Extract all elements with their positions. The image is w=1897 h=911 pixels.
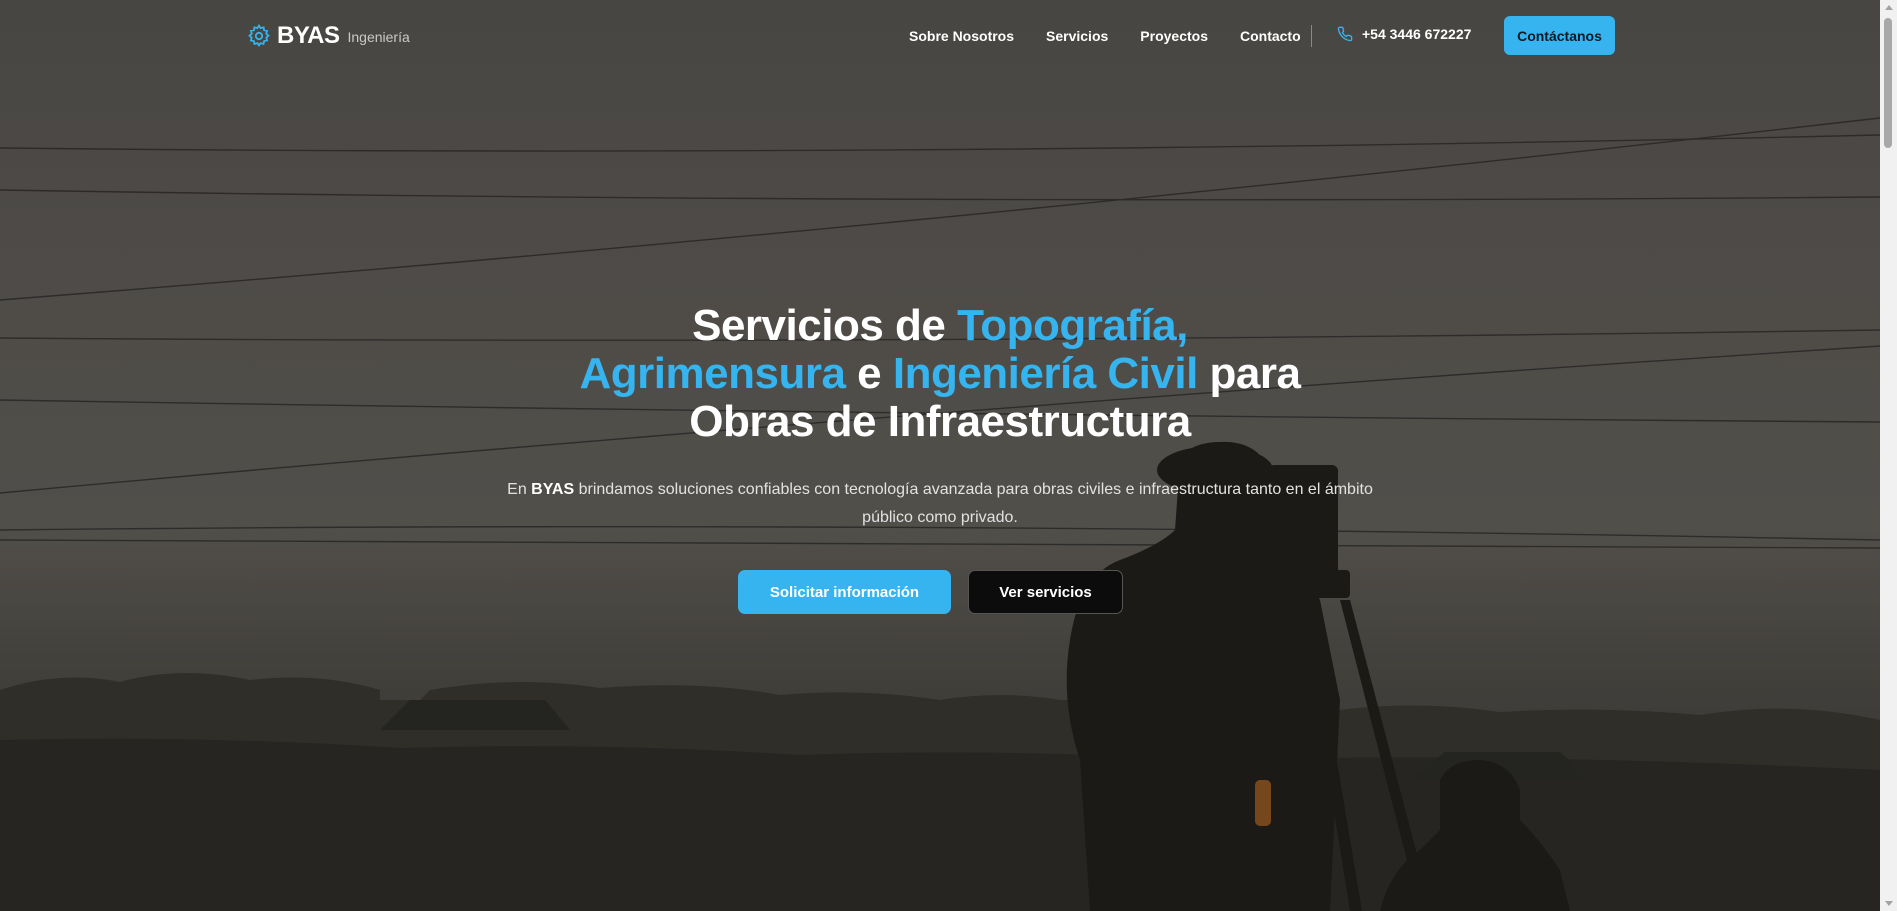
view-services-button[interactable]: Ver servicios: [968, 570, 1123, 614]
hero-subtitle-text: brindamos soluciones confiables con tecn…: [574, 481, 1373, 526]
scroll-up-arrow-icon[interactable]: [1885, 5, 1893, 10]
hero-title: Servicios de Topografía, Agrimensura e I…: [440, 302, 1440, 446]
site-header: BYAS Ingeniería Sobre Nosotros Servicios…: [0, 0, 1880, 72]
brand-logo[interactable]: BYAS Ingeniería: [247, 22, 410, 50]
hero-title-accent: Topografía,: [957, 301, 1188, 350]
hero-subtitle: En BYAS brindamos soluciones confiables …: [490, 476, 1390, 532]
phone-number: +54 3446 672227: [1362, 26, 1472, 42]
hero-subtitle-pre: En: [507, 481, 532, 498]
nav-link-proyectos[interactable]: Proyectos: [1140, 28, 1208, 44]
scroll-down-arrow-icon[interactable]: [1885, 901, 1893, 906]
hero-background-image: [0, 0, 1880, 911]
nav-link-contacto[interactable]: Contacto: [1240, 28, 1301, 44]
hero-section: [0, 0, 1880, 911]
phone-icon: [1337, 26, 1353, 42]
request-info-button[interactable]: Solicitar información: [738, 570, 951, 614]
hero-title-part: para: [1197, 349, 1301, 398]
hero-title-part: Obras de Infraestructura: [689, 397, 1191, 446]
hero-title-accent: Ingeniería Civil: [892, 349, 1198, 398]
gear-icon: [248, 24, 270, 48]
brand-subtitle: Ingeniería: [347, 29, 410, 45]
page-scrollbar[interactable]: [1880, 0, 1897, 911]
main-nav: Sobre Nosotros Servicios Proyectos Conta…: [909, 28, 1333, 44]
nav-link-servicios[interactable]: Servicios: [1046, 28, 1108, 44]
hero-title-part: Servicios de: [692, 301, 958, 350]
contact-button[interactable]: Contáctanos: [1504, 16, 1615, 55]
scrollbar-thumb[interactable]: [1884, 18, 1892, 148]
hero-title-part: e: [845, 349, 893, 398]
phone-link[interactable]: +54 3446 672227: [1337, 26, 1471, 42]
nav-link-sobre-nosotros[interactable]: Sobre Nosotros: [909, 28, 1014, 44]
nav-divider: [1311, 25, 1312, 47]
brand-name: BYAS: [277, 22, 340, 49]
hero-title-accent: Agrimensura: [579, 349, 846, 398]
hero-subtitle-brand: BYAS: [531, 481, 575, 498]
